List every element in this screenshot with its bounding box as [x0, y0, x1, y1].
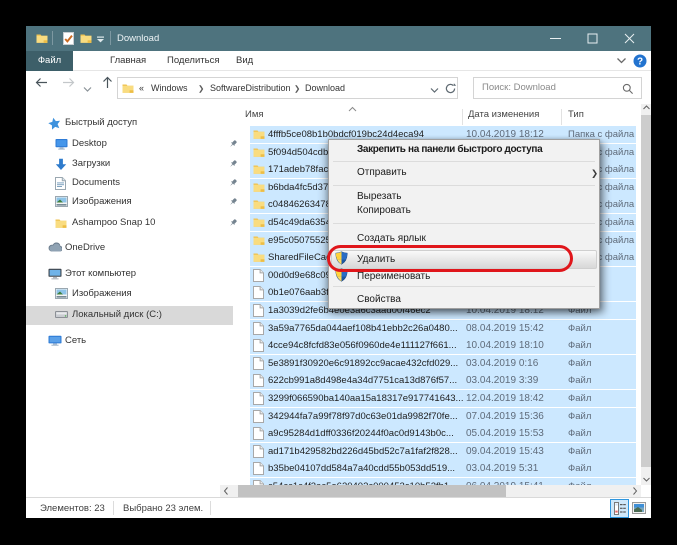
- svg-text:?: ?: [637, 57, 643, 68]
